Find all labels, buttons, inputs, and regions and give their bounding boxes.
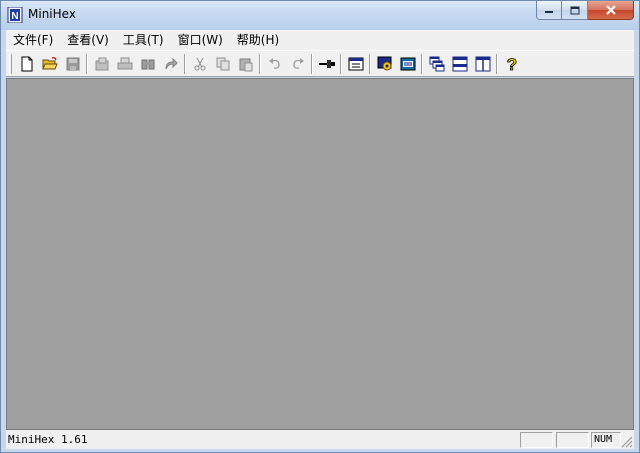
cut-icon: [194, 57, 205, 70]
toolbar-separator: [421, 53, 423, 74]
open-folder-icon: [41, 56, 58, 69]
help-question-icon: ?: [506, 55, 517, 73]
goto-arrow-icon: [165, 57, 178, 69]
toolbar: ?: [6, 50, 634, 77]
toolbar-grip[interactable]: [9, 53, 12, 74]
undo-button[interactable]: [263, 53, 286, 75]
goto-button[interactable]: [159, 53, 182, 75]
tile-vertical-icon: [475, 56, 490, 71]
toolbar-separator: [496, 53, 498, 74]
maximize-button[interactable]: [562, 1, 588, 20]
settings-button[interactable]: [373, 53, 396, 75]
print-icon: [117, 57, 132, 69]
resize-grip-icon[interactable]: [621, 436, 633, 448]
tile-horizontal-button[interactable]: [448, 53, 471, 75]
print-button[interactable]: [113, 53, 136, 75]
cut-button[interactable]: [188, 53, 211, 75]
tile-horizontal-icon: [452, 56, 467, 71]
toolbar-separator: [184, 53, 186, 74]
tile-vertical-button[interactable]: [471, 53, 494, 75]
maximize-icon: [570, 6, 579, 14]
view-window-icon: [348, 57, 363, 70]
cascade-button[interactable]: [425, 53, 448, 75]
redo-button[interactable]: [286, 53, 309, 75]
pin-button[interactable]: [315, 53, 338, 75]
pin-icon: [318, 59, 335, 68]
hex-view-icon: [400, 57, 415, 70]
find-button[interactable]: [136, 53, 159, 75]
toolbar-separator: [86, 53, 88, 74]
window-title: MiniHex: [28, 7, 76, 21]
open-button[interactable]: [38, 53, 61, 75]
close-icon: [605, 5, 616, 15]
menu-view[interactable]: 查看(V): [60, 30, 116, 50]
toolbar-separator: [259, 53, 261, 74]
minimize-icon: [545, 11, 553, 13]
properties-icon: [95, 57, 108, 70]
new-file-button[interactable]: [15, 53, 38, 75]
status-bar: MiniHex 1.61 NUM: [6, 430, 634, 449]
caption-buttons: [536, 1, 634, 21]
status-message: MiniHex 1.61: [8, 433, 88, 446]
help-button[interactable]: ?: [500, 53, 523, 75]
toolbar-separator: [369, 53, 371, 74]
svg-text:N: N: [11, 11, 18, 22]
find-binoculars-icon: [141, 59, 154, 69]
properties-button[interactable]: [90, 53, 113, 75]
menu-help[interactable]: 帮助(H): [230, 30, 286, 50]
status-pane-2: [556, 432, 589, 448]
minihex-app-icon[interactable]: N: [7, 7, 23, 23]
toolbar-separator: [311, 53, 313, 74]
view-window-button[interactable]: [344, 53, 367, 75]
status-pane-1: [520, 432, 553, 448]
new-file-icon: [21, 56, 32, 71]
save-button[interactable]: [61, 53, 84, 75]
paste-icon: [239, 58, 252, 71]
save-icon: [66, 57, 79, 70]
mdi-client-area[interactable]: [6, 78, 634, 430]
svg-text:?: ?: [506, 55, 516, 73]
paste-button[interactable]: [234, 53, 257, 75]
settings-gear-icon: [377, 56, 391, 70]
minimize-button[interactable]: [536, 1, 562, 20]
undo-icon: [268, 57, 280, 69]
menu-file[interactable]: 文件(F): [6, 30, 60, 50]
menu-bar: 文件(F) 查看(V) 工具(T) 窗口(W) 帮助(H): [6, 30, 634, 50]
close-button[interactable]: [588, 1, 634, 20]
app-window: N MiniHex 文件(F) 查看(V) 工具(T) 窗口(W) 帮助(H) …: [0, 0, 640, 453]
toolbar-separator: [340, 53, 342, 74]
hex-view-button[interactable]: [396, 53, 419, 75]
copy-button[interactable]: [211, 53, 234, 75]
title-bar[interactable]: N MiniHex: [1, 1, 639, 30]
status-pane-num: NUM: [591, 432, 621, 448]
cascade-windows-icon: [429, 56, 444, 71]
menu-window[interactable]: 窗口(W): [171, 30, 230, 50]
copy-icon: [216, 57, 229, 70]
redo-icon: [292, 57, 304, 69]
menu-tools[interactable]: 工具(T): [116, 30, 171, 50]
